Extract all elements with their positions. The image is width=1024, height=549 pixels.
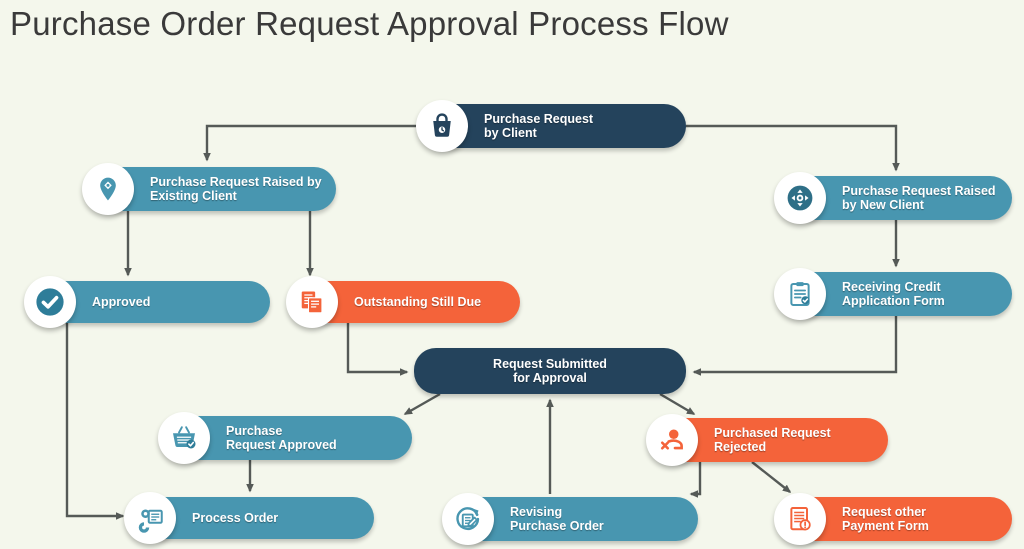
edge-client-to-new	[686, 124, 900, 172]
document-warning-icon	[774, 493, 826, 545]
edge-credit-to-submitted	[692, 316, 898, 376]
node-outstanding-still-due[interactable]: Outstanding Still Due	[286, 276, 520, 328]
node-purchase-request-raised-by-new-client[interactable]: Purchase Request Raised by New Client	[774, 172, 1012, 224]
edge-approved-to-process	[65, 323, 125, 520]
node-purchase-request-approved[interactable]: Purchase Request Approved	[158, 412, 412, 464]
edge-rejected-to-payment-form	[751, 461, 792, 493]
node-request-submitted-for-approval[interactable]: Request Submitted for Approval	[414, 348, 686, 394]
node-revising-purchase-order[interactable]: Revising Purchase Order	[442, 493, 698, 545]
node-purchase-request-by-client[interactable]: Purchase Request by Client	[416, 100, 686, 152]
gear-box-icon	[124, 492, 176, 544]
node-receiving-credit-application-form[interactable]: Receiving Credit Application Form	[774, 268, 1012, 320]
edge-submitted-to-request-approved	[403, 392, 441, 416]
basket-check-icon	[158, 412, 210, 464]
node-approved[interactable]: Approved	[24, 276, 270, 328]
edit-refresh-icon	[442, 493, 494, 545]
node-process-order[interactable]: Process Order	[124, 492, 374, 544]
location-pin-icon	[82, 163, 134, 215]
target-arrows-icon	[774, 172, 826, 224]
invoice-documents-icon	[286, 276, 338, 328]
clipboard-check-icon	[774, 268, 826, 320]
flowchart-canvas: Purchase Order Request Approval Process …	[0, 0, 1024, 549]
user-reject-icon	[646, 414, 698, 466]
check-circle-icon	[24, 276, 76, 328]
node-purchase-request-raised-by-existing-client[interactable]: Purchase Request Raised by Existing Clie…	[82, 163, 336, 215]
edge-rejected-to-revising	[689, 462, 702, 498]
node-purchased-request-rejected[interactable]: Purchased Request Rejected	[646, 414, 888, 466]
node-label: Request Submitted for Approval	[493, 356, 607, 386]
shopping-bag-icon	[416, 100, 468, 152]
node-request-other-payment-form[interactable]: Request other Payment Form	[774, 493, 1012, 545]
edge-outstanding-to-submitted	[346, 323, 409, 376]
edge-submitted-to-rejected	[659, 392, 696, 416]
edge-client-to-existing	[203, 124, 424, 162]
